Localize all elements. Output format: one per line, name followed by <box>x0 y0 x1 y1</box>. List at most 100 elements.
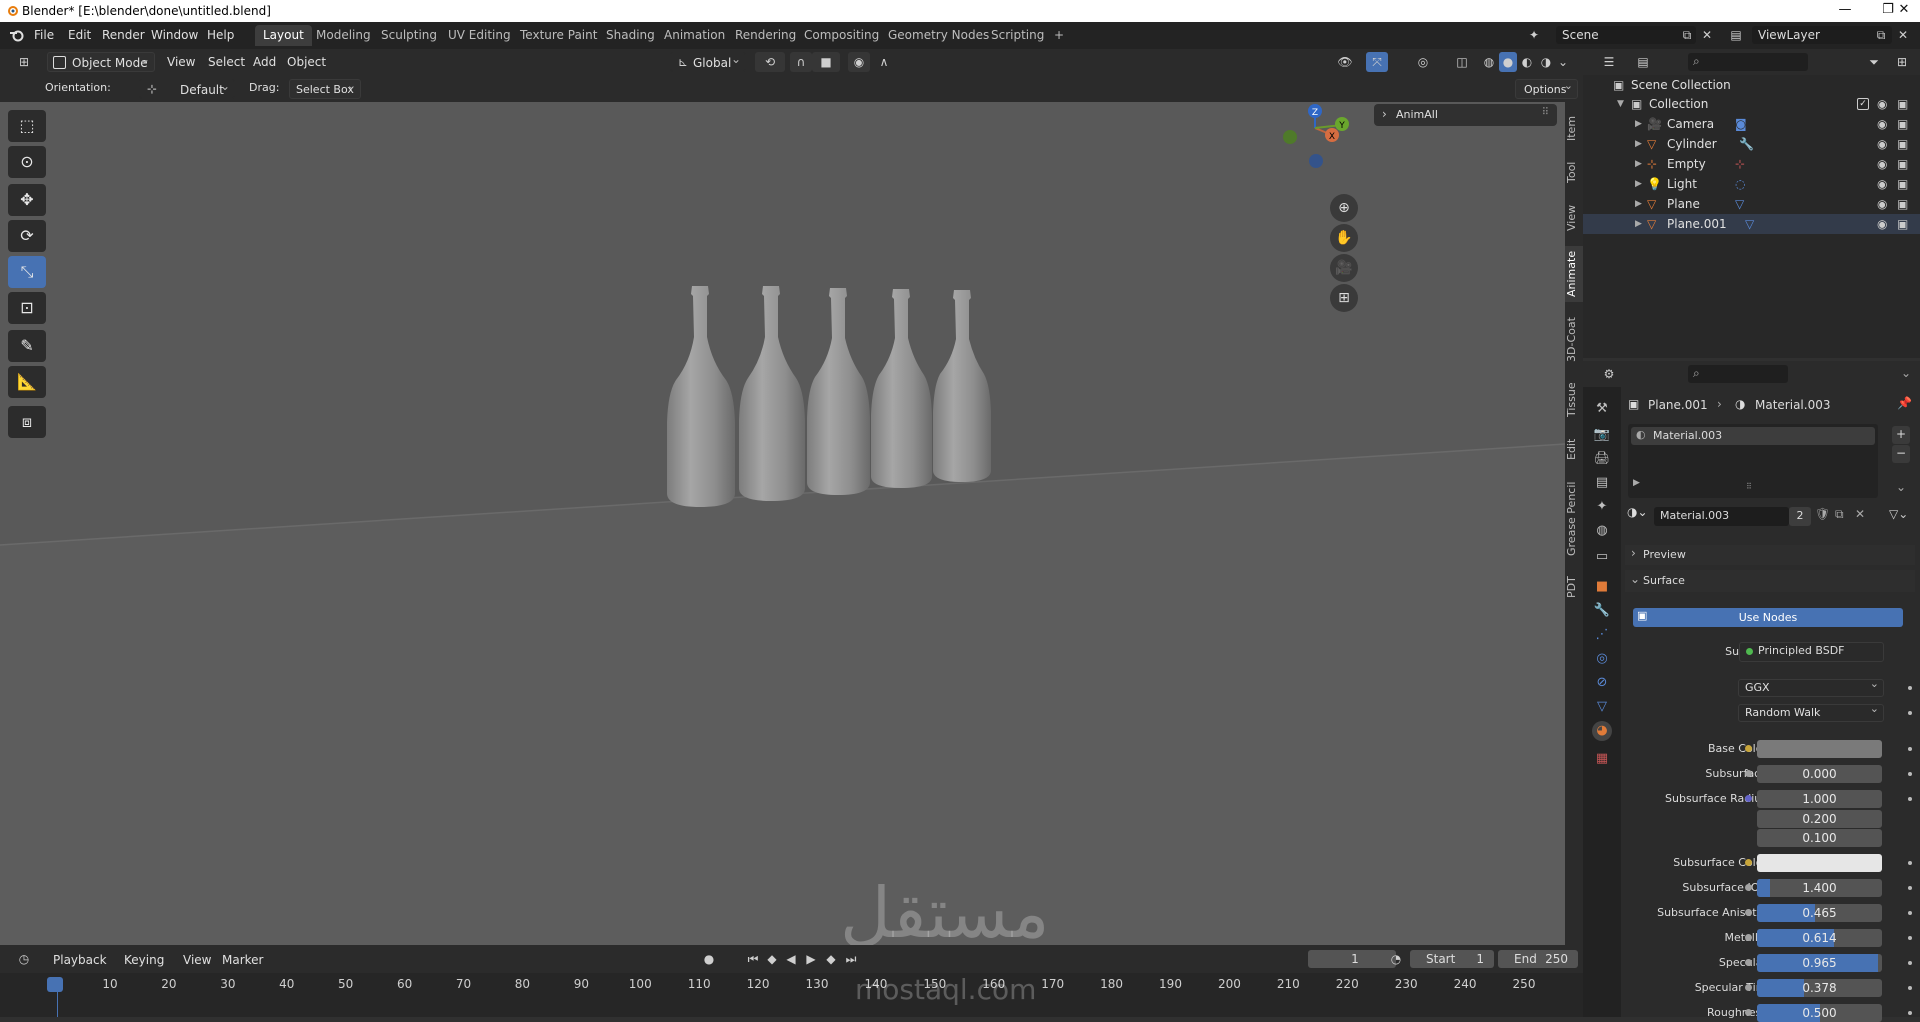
outliner-row-empty[interactable]: ▶ ⊹ Empty ⊹ ◉ ▣ <box>1583 154 1920 174</box>
shader-input-value[interactable]: 0.614 <box>1757 929 1882 947</box>
add-cube-tool-icon[interactable]: ⧈ <box>8 406 46 438</box>
properties-search-input[interactable] <box>1688 365 1788 383</box>
render-camera-icon[interactable]: ▣ <box>1897 214 1908 234</box>
scene-collection-row[interactable]: ▣ Scene Collection <box>1583 75 1920 95</box>
outliner-row-cylinder[interactable]: ▶ ▽ Cylinder 🔧 ◉ ▣ <box>1583 134 1920 154</box>
expand-arrow-icon[interactable]: ▶ <box>1635 154 1642 174</box>
npanel-animall[interactable]: › AnimAll ⠿ <box>1374 104 1557 126</box>
keyframe-dot[interactable] <box>1908 711 1912 715</box>
visibility-eye-icon[interactable]: ◉ <box>1877 194 1887 214</box>
shader-input-value[interactable]: 0.000 <box>1757 765 1882 783</box>
unlink-material-icon[interactable]: ✕ <box>1855 507 1865 521</box>
menu-view[interactable]: View <box>167 55 195 69</box>
keyframe-dot[interactable] <box>1908 772 1912 776</box>
visibility-eye-icon[interactable]: ◉ <box>1877 114 1887 134</box>
ortho-grid-icon[interactable]: ⊞ <box>1330 284 1358 312</box>
shader-input-value[interactable]: 1.000 <box>1757 790 1882 808</box>
collapse-arrow-icon[interactable]: ▼ <box>1617 94 1624 114</box>
surface-panel-header[interactable]: ⌄ Surface <box>1625 570 1915 592</box>
keyframe-dot[interactable] <box>1908 1011 1912 1015</box>
distribution-dropdown[interactable]: GGX <box>1738 676 1884 697</box>
keyframe-dot[interactable] <box>1908 886 1912 890</box>
scene-selector-icon[interactable]: ✦ <box>1523 25 1545 45</box>
menu-playback[interactable]: Playback <box>53 953 107 967</box>
preview-range-icon[interactable]: ◔ <box>1385 949 1407 969</box>
keyframe-dot[interactable] <box>1908 797 1912 801</box>
solid-shading-icon[interactable]: ● <box>1499 52 1517 72</box>
scene-name-field[interactable]: Scene <box>1556 26 1696 44</box>
menu-select[interactable]: Select <box>208 55 245 69</box>
snap-target-icon[interactable]: ■ <box>812 52 840 72</box>
keyframe-dot[interactable] <box>1908 936 1912 940</box>
drag-dropdown[interactable]: Select Box <box>289 76 361 99</box>
zoom-icon[interactable]: ⊕ <box>1330 194 1358 222</box>
menu-render[interactable]: Render <box>102 28 145 42</box>
tool-tab-icon[interactable]: ⚒ <box>1592 399 1612 419</box>
snap-icon[interactable]: ∩ <box>790 52 812 72</box>
fake-user-shield-icon[interactable]: 🛡 <box>1815 507 1830 521</box>
menu-timeline-view[interactable]: View <box>183 953 211 967</box>
outliner-row-plane-001[interactable]: ▶ ▽ Plane.001 ▽ ◉ ▣ <box>1583 214 1920 234</box>
tab-scripting[interactable]: Scripting <box>983 25 1052 46</box>
user-count-badge[interactable]: 2 <box>1789 507 1811 526</box>
new-collection-icon[interactable]: ⊞ <box>1891 52 1913 72</box>
tab-compositing[interactable]: Compositing <box>796 25 887 46</box>
editor-type-icon[interactable]: ⊞ <box>10 52 38 72</box>
render-camera-icon[interactable]: ▣ <box>1897 174 1908 194</box>
npanel-tab-3dcoat[interactable]: 3D-Coat <box>1565 312 1583 368</box>
shader-input-value[interactable]: 0.200 <box>1757 810 1882 828</box>
visibility-eye-icon[interactable]: ◉ <box>1877 94 1887 114</box>
add-workspace-button[interactable]: + <box>1046 25 1072 46</box>
xray-toggle-icon[interactable]: ◫ <box>1451 52 1473 72</box>
falloff-icon[interactable]: ∧ <box>870 52 898 72</box>
proportional-edit-icon[interactable]: ◉ <box>848 52 870 72</box>
keyframe-dot[interactable] <box>1908 747 1912 751</box>
npanel-tab-grease-pencil[interactable]: Grease Pencil <box>1565 474 1583 564</box>
play-reverse-icon[interactable]: ◀ <box>782 949 800 969</box>
select-box-tool-icon[interactable]: ⬚ <box>8 110 46 142</box>
navigation-gizmo[interactable]: Z X Y <box>1280 102 1356 180</box>
annotate-tool-icon[interactable]: ✎ <box>8 330 46 362</box>
prev-keyframe-icon[interactable]: ◆ <box>763 949 781 969</box>
close-button[interactable]: ✕ <box>1884 2 1920 17</box>
constraints-tab-icon[interactable]: ⊘ <box>1592 673 1612 693</box>
slot-menu-icon[interactable]: ⌄ <box>1892 479 1910 497</box>
remove-slot-button[interactable]: − <box>1892 445 1910 463</box>
move-tool-icon[interactable]: ✥ <box>8 184 46 216</box>
npanel-tab-pdt[interactable]: PDT <box>1565 572 1583 602</box>
cursor-tool-icon[interactable]: ⊙ <box>8 146 46 178</box>
expand-arrow-icon[interactable]: ▶ <box>1635 114 1642 134</box>
wireframe-shading-icon[interactable]: ◍ <box>1480 52 1498 72</box>
resize-handle-icon[interactable]: ⠿ <box>1746 482 1752 491</box>
play-icon[interactable]: ▶ <box>802 949 820 969</box>
visibility-eye-icon[interactable]: ◉ <box>1877 134 1887 154</box>
object-tab-icon[interactable]: ■ <box>1592 577 1612 597</box>
outliner-row-plane[interactable]: ▶ ▽ Plane ▽ ◉ ▣ <box>1583 194 1920 214</box>
outliner-editor-type-icon[interactable]: ☰ <box>1595 52 1623 72</box>
render-camera-icon[interactable]: ▣ <box>1897 194 1908 214</box>
tab-animation[interactable]: Animation <box>656 25 733 46</box>
render-camera-icon[interactable]: ▣ <box>1897 114 1908 134</box>
pan-hand-icon[interactable]: ✋ <box>1330 224 1358 252</box>
world-tab-icon[interactable]: ◍ <box>1592 521 1612 541</box>
gizmo-toggle-icon[interactable]: ⤧ <box>1366 52 1388 72</box>
timeline-ruler[interactable]: 1102030405060708090100110120130140150160… <box>0 973 1583 1017</box>
shader-input-value[interactable]: 0.500 <box>1757 1004 1882 1022</box>
shader-input-value[interactable]: 0.100 <box>1757 829 1882 847</box>
add-slot-button[interactable]: + <box>1892 426 1910 444</box>
duplicate-material-icon[interactable]: ⧉ <box>1835 507 1844 522</box>
npanel-tab-view[interactable]: View <box>1565 198 1583 238</box>
browse-material-icon[interactable]: ◑⌄ <box>1627 505 1648 519</box>
outliner-row-camera[interactable]: ▶ 🎥 Camera ◙ ◉ ▣ <box>1583 114 1920 134</box>
blender-menu-icon[interactable] <box>9 28 24 43</box>
npanel-tab-animate[interactable]: Animate <box>1565 246 1583 302</box>
menu-add[interactable]: Add <box>253 55 276 69</box>
delete-scene-icon[interactable]: ✕ <box>1696 25 1718 45</box>
npanel-tab-tool[interactable]: Tool <box>1565 154 1583 190</box>
properties-options-icon[interactable]: ⌄ <box>1901 366 1911 380</box>
material-tab-icon[interactable]: ◕ <box>1592 721 1612 741</box>
jump-end-icon[interactable]: ⏭ <box>842 949 860 969</box>
subsurface-method-dropdown[interactable]: Random Walk <box>1738 701 1884 722</box>
tab-modeling[interactable]: Modeling <box>308 25 379 46</box>
start-frame-field[interactable]: Start 1 <box>1410 950 1494 968</box>
